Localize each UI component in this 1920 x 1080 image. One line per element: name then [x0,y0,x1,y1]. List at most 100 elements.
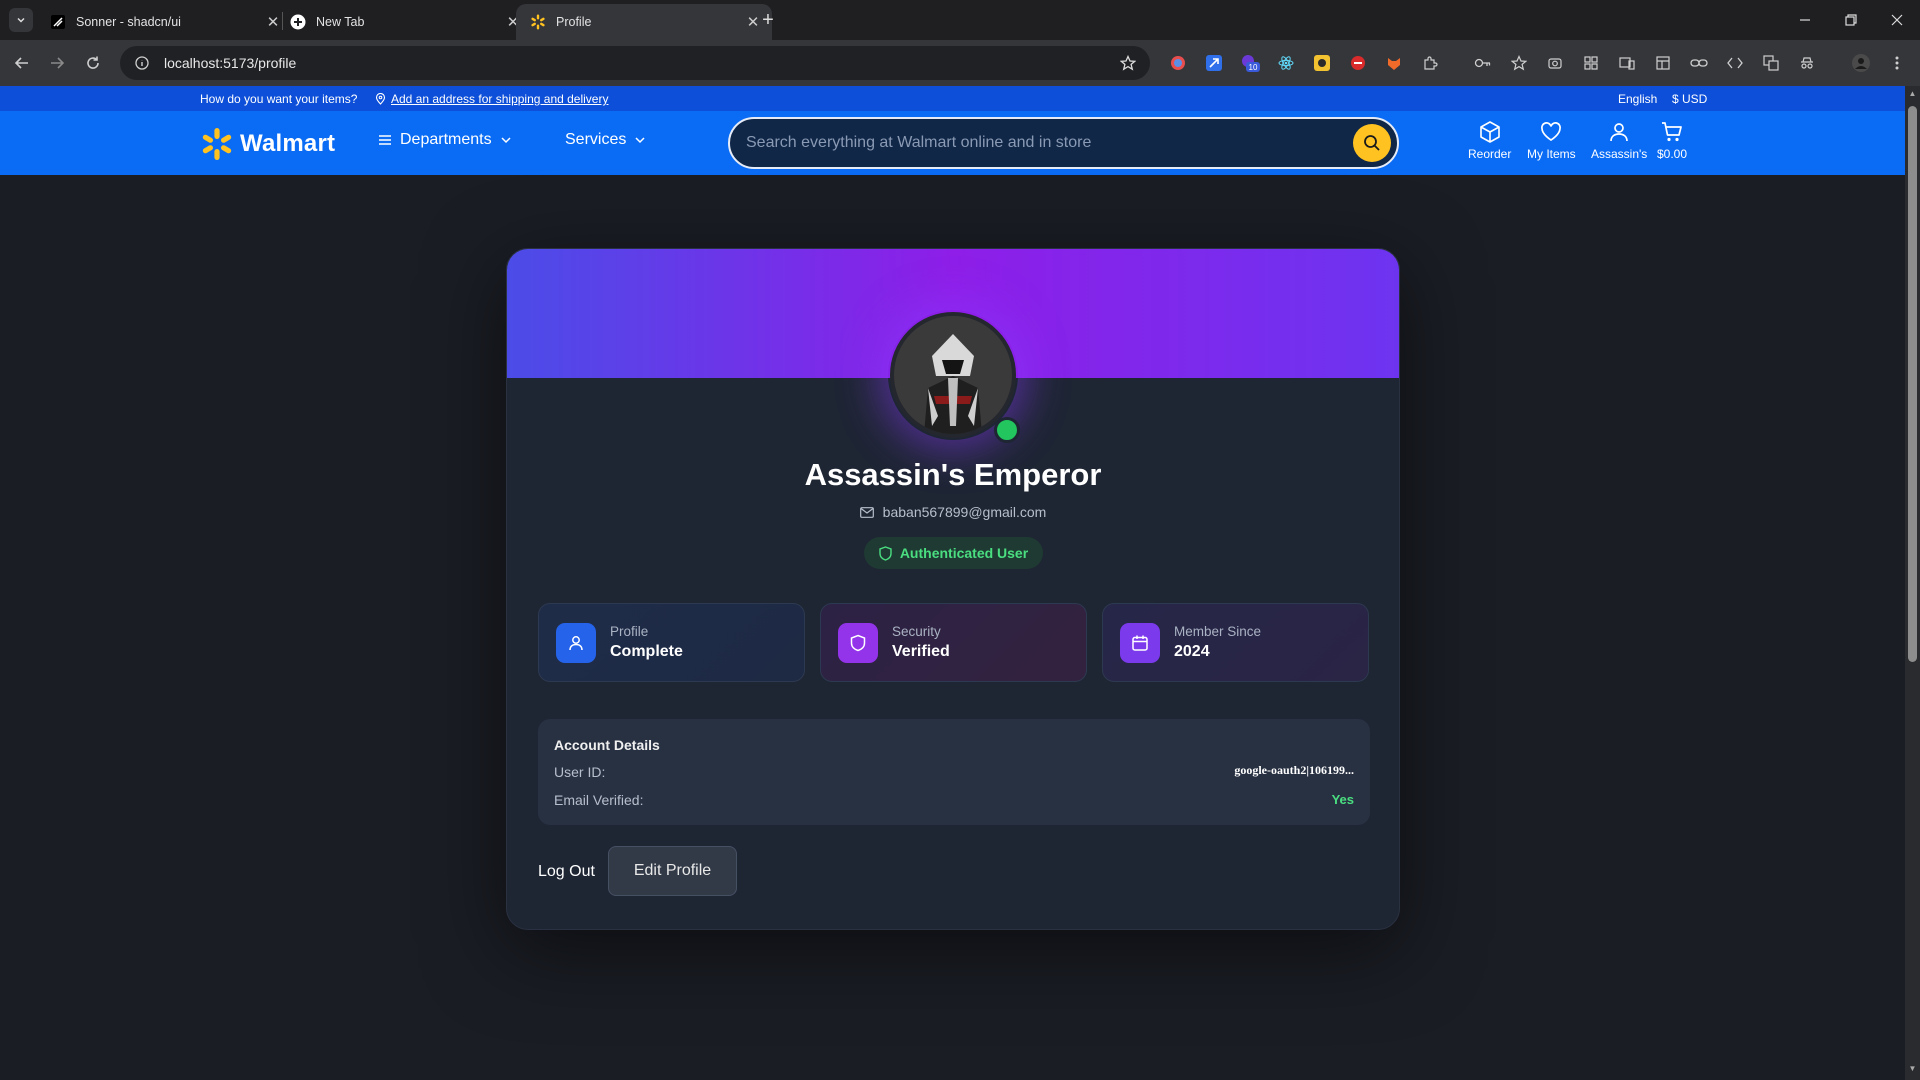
forward-icon[interactable] [43,49,71,77]
search-bar [728,117,1399,169]
reorder-button[interactable]: Reorder [1468,120,1511,161]
bookmarks-star-icon[interactable] [1509,53,1529,73]
user-icon [556,622,596,663]
extension-rocket-icon[interactable] [1204,53,1224,73]
stat-label: Member Since [1174,624,1262,639]
extension-react-icon[interactable] [1276,53,1296,73]
account-details-title: Account Details [554,737,660,753]
currency-selector[interactable]: $ USD [1672,92,1707,106]
logout-button[interactable]: Log Out [538,863,595,881]
stat-card-profile: Profile Complete [538,603,805,682]
screenshot-icon[interactable] [1545,53,1565,73]
extension-badge-count: 10 [1249,63,1258,72]
address-bar[interactable]: localhost:5173/profile [120,46,1150,80]
account-details: Account Details User ID: google-oauth2|1… [538,719,1370,825]
cart-total: $0.00 [1657,147,1688,161]
tab-title: Sonner - shadcn/ui [76,15,181,29]
tab-search-button[interactable] [9,8,33,32]
authenticated-badge-label: Authenticated User [899,545,1029,561]
extension-block-icon[interactable] [1348,53,1368,73]
stat-value: 2024 [1174,643,1210,660]
table-layout-icon[interactable] [1653,53,1673,73]
stat-card-security: Security Verified [820,603,1087,682]
back-icon[interactable] [8,49,36,77]
chevron-down-icon [501,137,511,144]
user-id-value: google-oauth2|106199... [1234,763,1354,777]
scrollbar-thumb[interactable] [1908,106,1917,662]
email-verified-value: Yes [1331,792,1354,807]
reload-icon[interactable] [79,49,107,77]
menu-kebab-icon[interactable] [1887,53,1907,73]
tab-title: Profile [556,15,592,29]
page-viewport: How do you want your items? Add an addre… [0,86,1905,1080]
stat-card-member-since: Member Since 2024 [1102,603,1369,682]
tab-sonner[interactable]: Sonner - shadcn/ui ✕ [36,4,292,40]
profile-email-row: baban567899@gmail.com [507,504,1399,520]
heart-icon [1541,122,1562,141]
close-window-icon[interactable] [1882,6,1912,34]
extension-fox-icon[interactable] [1384,53,1404,73]
online-status-dot [994,417,1020,443]
add-address-text: Add an address for shipping and delivery [391,92,609,106]
translate-icon[interactable] [1761,53,1781,73]
walmart-spark-favicon-icon [530,14,546,30]
language-selector[interactable]: English [1618,92,1657,106]
scroll-up-icon[interactable]: ▲ [1908,89,1917,99]
profile-name: Assassin's Emperor [804,457,1102,492]
shield-icon [879,545,892,561]
extension-color-icon[interactable] [1168,53,1188,73]
search-icon [1364,135,1380,151]
logo-text: Walmart [240,130,336,157]
extensions-puzzle-icon[interactable] [1420,53,1440,73]
chevron-down-icon [635,137,645,144]
extension-badge-icon[interactable]: 10 [1240,53,1260,73]
account-label: Assassin's [1591,147,1648,161]
avatar-image [894,316,1012,434]
scroll-down-icon[interactable]: ▼ [1908,1064,1917,1074]
code-brackets-icon[interactable] [1725,53,1745,73]
my-items-label: My Items [1527,147,1576,161]
profile-email: baban567899@gmail.com [882,504,1047,520]
tab-profile[interactable]: Profile ✕ [516,4,772,40]
search-button[interactable] [1353,124,1391,162]
cart-button[interactable]: $0.00 [1657,120,1687,161]
chrome-newtab-icon [290,14,306,30]
walmart-logo[interactable]: Walmart [200,127,335,161]
mail-icon [859,506,874,518]
extension-eyedropper-icon[interactable] [1312,53,1332,73]
shield-icon [838,622,878,663]
services-menu[interactable]: Services [565,131,646,149]
delivery-topbar: How do you want your items? Add an addre… [0,86,1905,111]
edit-profile-button[interactable]: Edit Profile [608,846,737,896]
restore-icon[interactable] [1836,6,1866,34]
profile-card: Assassin's Emperor baban567899@gmail.com… [506,248,1400,930]
tab-strip: Sonner - shadcn/ui ✕ New Tab ✕ Profile ✕… [0,0,1920,40]
account-button[interactable]: Assassin's [1591,120,1647,161]
email-verified-label: Email Verified: [554,792,644,808]
incognito-helper-icon[interactable] [1797,53,1817,73]
bookmark-star-icon[interactable] [1112,47,1144,79]
search-input[interactable] [746,134,1353,152]
walmart-spark-icon [202,128,232,160]
user-id-label: User ID: [554,764,606,780]
new-tab-button[interactable]: + [756,8,780,32]
site-header: Walmart Departments Services Reorder My … [0,111,1905,175]
profile-avatar-icon[interactable] [1851,53,1871,73]
minimize-icon[interactable] [1790,6,1820,34]
avatar [890,312,1016,438]
site-info-icon[interactable] [132,53,152,73]
link-icon[interactable] [1689,53,1709,73]
calendar-icon [1120,622,1160,663]
tab-new-tab[interactable]: New Tab ✕ [276,4,532,40]
add-address-link[interactable]: Add an address for shipping and delivery [375,92,608,106]
location-pin-icon [375,93,386,105]
services-label: Services [565,131,627,148]
device-mode-icon[interactable] [1617,53,1637,73]
my-items-button[interactable]: My Items [1527,120,1576,161]
authenticated-badge: Authenticated User [864,537,1043,569]
password-key-icon[interactable] [1473,53,1493,73]
departments-menu[interactable]: Departments [378,131,512,149]
qr-code-icon[interactable] [1581,53,1601,73]
departments-label: Departments [400,131,492,148]
user-icon [1610,123,1629,142]
